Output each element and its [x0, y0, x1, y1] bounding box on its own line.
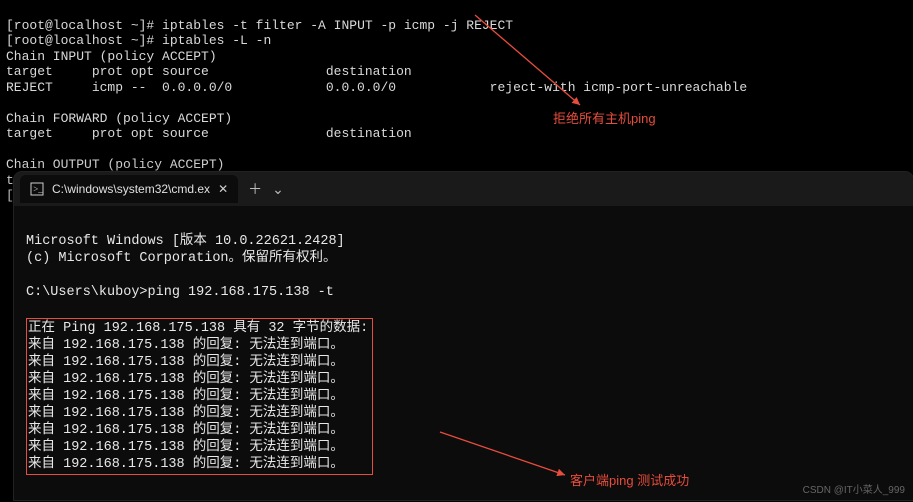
windows-terminal-window: >_ C:\windows\system32\cmd.ex ✕ ＋ ⌄ Micr… — [14, 172, 913, 500]
ping-reply: 来自 192.168.175.138 的回复: 无法连到端口。 — [28, 338, 344, 353]
shell-command: iptables -t filter -A INPUT -p icmp -j R… — [162, 18, 513, 33]
title-bar[interactable]: >_ C:\windows\system32\cmd.ex ✕ ＋ ⌄ — [14, 172, 913, 206]
terminal-body[interactable]: Microsoft Windows [版本 10.0.22621.2428] (… — [14, 206, 913, 502]
ping-reply: 来自 192.168.175.138 的回复: 无法连到端口。 — [28, 355, 344, 370]
tab-dropdown-icon[interactable]: ⌄ — [272, 181, 284, 198]
shell-prompt: [root@localhost ~]# — [6, 18, 162, 33]
tab-title: C:\windows\system32\cmd.ex — [52, 182, 210, 196]
shell-command: ping 192.168.175.138 -t — [148, 285, 334, 300]
ping-header: 正在 Ping 192.168.175.138 具有 32 字节的数据: — [28, 321, 368, 336]
ping-reply: 来自 192.168.175.138 的回复: 无法连到端口。 — [28, 372, 344, 387]
banner-line: (c) Microsoft Corporation。保留所有权利。 — [26, 251, 337, 266]
watermark: CSDN @IT小菜人_999 — [803, 481, 905, 496]
terminal-tab[interactable]: >_ C:\windows\system32\cmd.ex ✕ — [20, 175, 238, 203]
new-tab-button[interactable]: ＋ — [248, 179, 262, 199]
shell-prompt: [root@localhost ~]# — [6, 33, 162, 48]
output-line: target prot opt source destination — [6, 64, 482, 79]
output-line: target prot opt source destination — [6, 126, 482, 141]
ping-reply: 来自 192.168.175.138 的回复: 无法连到端口。 — [28, 406, 344, 421]
shell-prompt: C:\Users\kuboy> — [26, 285, 148, 300]
close-icon[interactable]: ✕ — [218, 182, 228, 196]
ping-reply: 来自 192.168.175.138 的回复: 无法连到端口。 — [28, 440, 344, 455]
ping-reply: 来自 192.168.175.138 的回复: 无法连到端口。 — [28, 457, 344, 472]
cmd-icon: >_ — [30, 182, 44, 196]
ping-reply: 来自 192.168.175.138 的回复: 无法连到端口。 — [28, 423, 344, 438]
banner-line: Microsoft Windows [版本 10.0.22621.2428] — [26, 234, 345, 249]
output-line: Chain OUTPUT (policy ACCEPT) — [6, 157, 224, 172]
output-line: [ — [6, 188, 14, 203]
shell-command: iptables -L -n — [162, 33, 271, 48]
ping-output-highlight: 正在 Ping 192.168.175.138 具有 32 字节的数据: 来自 … — [26, 318, 373, 475]
ping-reply: 来自 192.168.175.138 的回复: 无法连到端口。 — [28, 389, 344, 404]
output-line: REJECT icmp -- 0.0.0.0/0 0.0.0.0/0 rejec… — [6, 80, 747, 95]
output-line: Chain INPUT (policy ACCEPT) — [6, 49, 217, 64]
svg-text:>_: >_ — [33, 184, 43, 194]
output-line: Chain FORWARD (policy ACCEPT) — [6, 111, 232, 126]
